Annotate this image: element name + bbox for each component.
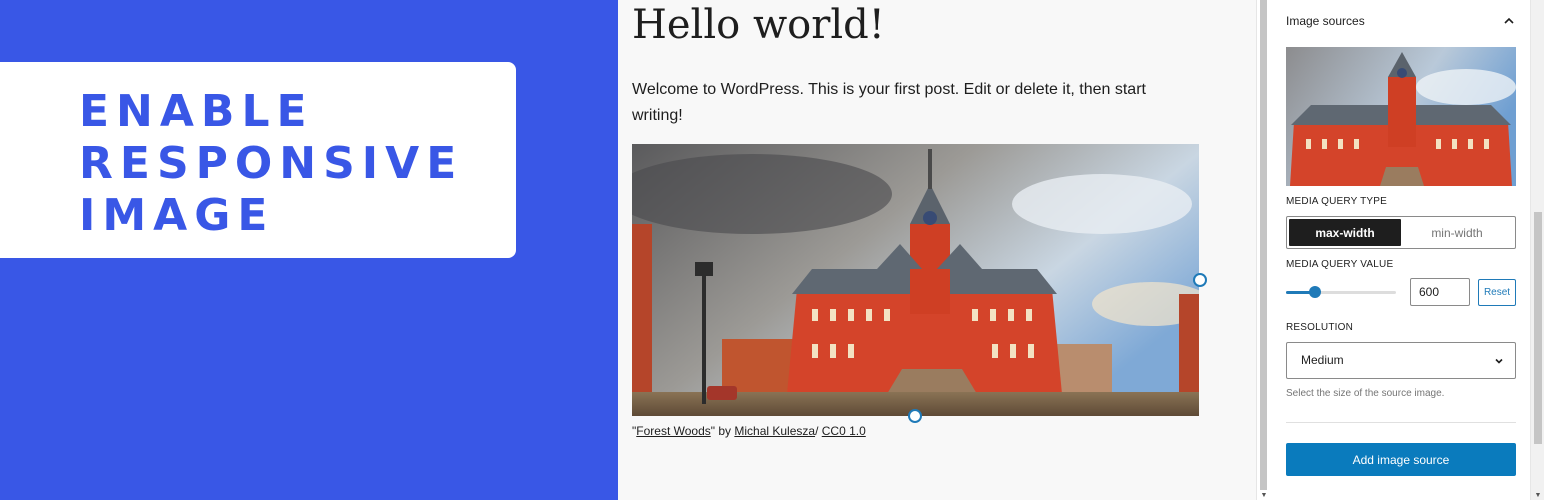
resolution-select[interactable]: Medium xyxy=(1286,342,1516,379)
media-query-type-label: MEDIA QUERY TYPE xyxy=(1286,196,1388,207)
image-sources-panel-header[interactable]: Image sources xyxy=(1286,12,1516,32)
min-width-option[interactable]: min-width xyxy=(1401,219,1513,246)
editor-scrollbar[interactable]: ▼ xyxy=(1256,0,1270,500)
sidebar-scroll-thumb[interactable] xyxy=(1534,212,1542,444)
sidebar-scrollbar[interactable]: ▼ xyxy=(1530,0,1544,500)
reset-button[interactable]: Reset xyxy=(1478,279,1516,306)
image-block[interactable] xyxy=(632,144,1199,416)
promo-line: ENABLE xyxy=(79,86,314,137)
divider xyxy=(1286,422,1516,423)
caption-by: " by xyxy=(710,424,735,438)
scroll-down-arrow-icon[interactable]: ▼ xyxy=(1532,492,1544,500)
resolution-help-text: Select the size of the source image. xyxy=(1286,388,1445,399)
panel-title: Image sources xyxy=(1286,14,1365,28)
editor-canvas: Hello world! Welcome to WordPress. This … xyxy=(618,0,1256,500)
chevron-down-icon xyxy=(1495,358,1503,364)
slider-thumb[interactable] xyxy=(1308,286,1321,298)
source-image-thumbnail xyxy=(1286,47,1516,186)
city-hall-image xyxy=(632,144,1199,416)
settings-sidebar: Image sources MEDIA QUERY TYPE max-width… xyxy=(1270,0,1544,500)
max-width-option[interactable]: max-width xyxy=(1289,219,1401,246)
scroll-down-arrow-icon[interactable]: ▼ xyxy=(1258,492,1270,500)
post-paragraph[interactable]: Welcome to WordPress. This is your first… xyxy=(632,77,1192,129)
media-query-slider[interactable] xyxy=(1286,286,1396,298)
post-title[interactable]: Hello world! xyxy=(632,2,885,48)
resolution-selected-value: Medium xyxy=(1301,353,1344,367)
promo-title: ENABLE RESPONSIVE IMAGE xyxy=(79,86,509,242)
resolution-label: RESOLUTION xyxy=(1286,322,1354,333)
caption-title-link[interactable]: Forest Woods xyxy=(636,424,710,438)
promo-line: IMAGE xyxy=(79,190,275,241)
editor-scroll-thumb[interactable] xyxy=(1260,0,1267,490)
caption-separator: / xyxy=(815,424,822,438)
media-query-value-input[interactable]: 600 xyxy=(1410,278,1470,306)
promo-line: RESPONSIVE xyxy=(79,138,464,189)
caption-author-link[interactable]: Michal Kulesza xyxy=(734,424,815,438)
city-hall-thumbnail-image xyxy=(1286,47,1516,186)
image-caption[interactable]: "Forest Woods" by Michal Kulesza/ CC0 1.… xyxy=(632,424,866,438)
resize-handle-bottom[interactable] xyxy=(908,409,922,423)
resize-handle-right[interactable] xyxy=(1193,273,1207,287)
media-query-value-label: MEDIA QUERY VALUE xyxy=(1286,259,1394,270)
chevron-up-icon[interactable] xyxy=(1502,14,1516,28)
caption-license-link[interactable]: CC0 1.0 xyxy=(822,424,866,438)
add-image-source-button[interactable]: Add image source xyxy=(1286,443,1516,476)
media-query-type-toggle: max-width min-width xyxy=(1286,216,1516,249)
